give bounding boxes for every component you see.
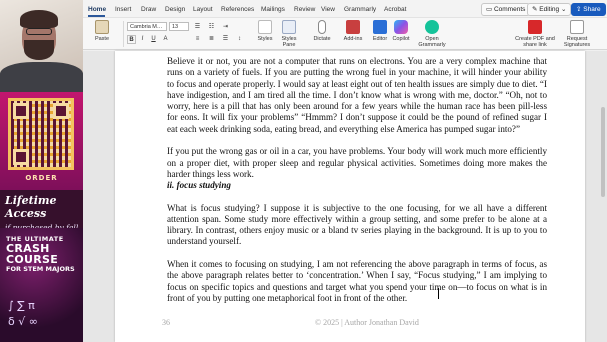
document-body[interactable]: Believe it or not, you are not a compute… <box>167 56 547 316</box>
paragraph[interactable]: When it comes to focusing on studying, I… <box>167 259 547 304</box>
styles-icon <box>258 20 272 34</box>
ribbon-toolbar: Paste Cambria M… 13 B I U A ☰ ☷ ⇥ ≡ ≣ ☰ … <box>83 17 607 50</box>
tab-grammarly[interactable]: Grammarly <box>344 6 376 13</box>
document-canvas: Believe it or not, you are not a compute… <box>83 51 607 342</box>
math-symbols-decoration: ∫ ∑ πδ √ ∞ <box>8 299 38 328</box>
paragraph[interactable]: If you put the wrong gas or oil in a car… <box>167 146 547 180</box>
share-button[interactable]: ⇪ Share <box>571 3 606 16</box>
course-ad-line: FOR STEM MAJORS <box>6 264 75 273</box>
create-pdf-button[interactable]: Create PDF and share link <box>515 20 555 48</box>
qr-corner-marker <box>13 149 29 165</box>
styles-pane-label: Styles Pane <box>281 36 297 48</box>
addins-label: Add-ins <box>343 36 363 42</box>
tab-insert[interactable]: Insert <box>115 6 131 13</box>
ribbon-divider <box>123 21 124 47</box>
pdf-icon <box>528 20 542 34</box>
dictate-button[interactable]: Dictate <box>309 20 335 42</box>
bold-button[interactable]: B <box>127 35 136 44</box>
word-window: Home Insert Draw Design Layout Reference… <box>83 0 607 342</box>
copilot-label: Copilot <box>392 36 410 42</box>
course-advert: THE ULTIMATE CRASH COURSE FOR STEM MAJOR… <box>0 228 83 342</box>
clipboard-icon <box>95 20 109 34</box>
qr-corner-marker <box>13 103 29 119</box>
course-ad-line: CRASH COURSE <box>6 241 59 267</box>
copilot-button[interactable]: Copilot <box>390 20 412 42</box>
page-footer: © 2025 | Author Jonathan David <box>315 318 419 327</box>
lifetime-access-banner: Lifetime Access if purchased by fall <box>0 190 83 232</box>
font-name-select[interactable]: Cambria M… <box>127 22 167 31</box>
styles-pane-icon <box>282 20 296 34</box>
tab-acrobat[interactable]: Acrobat <box>384 6 406 13</box>
addins-button[interactable]: Add-ins <box>340 20 366 42</box>
styles-pane-button[interactable]: Styles Pane <box>278 20 300 48</box>
comments-button[interactable]: ▭ Comments <box>481 3 531 16</box>
editor-label: Editor <box>372 36 388 42</box>
styles-label: Styles <box>257 36 273 42</box>
page-number: 36 <box>162 318 170 327</box>
paste-button[interactable]: Paste <box>88 20 116 42</box>
numbering-button[interactable]: ☷ <box>207 23 216 32</box>
dictate-label: Dictate <box>313 36 331 42</box>
text-cursor <box>438 288 439 299</box>
qr-code-icon[interactable] <box>8 98 74 170</box>
qr-corner-marker <box>53 103 69 119</box>
create-pdf-label: Create PDF and share link <box>515 36 555 48</box>
editing-mode-button[interactable]: ✎ Editing ⌄ <box>527 3 572 16</box>
request-signatures-button[interactable]: Request Signatures <box>557 20 597 48</box>
editor-button[interactable]: Editor <box>370 20 390 42</box>
editing-label: Editing <box>539 6 560 13</box>
share-label: Share <box>583 6 601 13</box>
addins-icon <box>346 20 360 34</box>
tab-mailings[interactable]: Mailings <box>261 6 285 13</box>
stream-overlay-panel: ORDER Lifetime Access if purchased by fa… <box>0 0 83 342</box>
align-left-button[interactable]: ≡ <box>193 35 202 44</box>
font-size-select[interactable]: 13 <box>169 22 189 31</box>
chevron-down-icon: ⌄ <box>559 6 567 13</box>
microphone-icon <box>318 20 326 34</box>
bullets-button[interactable]: ☰ <box>193 23 202 32</box>
editor-icon <box>373 20 387 34</box>
tab-review[interactable]: Review <box>294 6 315 13</box>
font-color-button[interactable]: A <box>161 35 170 44</box>
qr-order-frame: ORDER <box>0 92 83 190</box>
paste-label: Paste <box>94 36 110 42</box>
tab-layout[interactable]: Layout <box>193 6 213 13</box>
italic-button[interactable]: I <box>138 35 147 44</box>
grammarly-icon <box>425 20 439 34</box>
screen: ORDER Lifetime Access if purchased by fa… <box>0 0 607 342</box>
tab-view[interactable]: View <box>321 6 335 13</box>
ribbon-tab-bar: Home Insert Draw Design Layout Reference… <box>83 0 607 17</box>
webcam-person-glasses <box>26 28 52 35</box>
align-center-button[interactable]: ≣ <box>207 35 216 44</box>
document-page[interactable]: Believe it or not, you are not a compute… <box>115 51 585 342</box>
webcam-person-beard <box>24 40 54 60</box>
webcam-person-hair <box>20 10 58 28</box>
tab-references[interactable]: References <box>221 6 254 13</box>
lifetime-title: Lifetime Access <box>5 194 57 220</box>
signature-icon <box>570 20 584 34</box>
paragraph[interactable]: Believe it or not, you are not a compute… <box>167 56 547 135</box>
indent-button[interactable]: ⇥ <box>221 23 230 32</box>
tab-draw[interactable]: Draw <box>141 6 156 13</box>
webcam-person-shirt <box>0 62 83 92</box>
qr-order-label: ORDER <box>25 174 58 182</box>
tab-design[interactable]: Design <box>165 6 185 13</box>
justify-button[interactable]: ☰ <box>221 35 230 44</box>
line-spacing-button[interactable]: ↕ <box>235 35 244 44</box>
comment-icon: ▭ <box>486 6 494 13</box>
paragraph[interactable]: What is focus studying? I suppose it is … <box>167 203 547 248</box>
open-grammarly-label: Open Grammarly <box>418 36 446 48</box>
underline-button[interactable]: U <box>149 35 158 44</box>
open-grammarly-button[interactable]: Open Grammarly <box>416 20 448 48</box>
section-heading[interactable]: ii. focus studying <box>167 180 547 191</box>
comments-label: Comments <box>493 6 526 13</box>
request-signatures-label: Request Signatures <box>563 36 591 48</box>
vertical-scrollbar[interactable] <box>601 107 605 197</box>
webcam-feed <box>0 0 83 92</box>
copilot-icon <box>394 20 408 34</box>
styles-button[interactable]: Styles <box>253 20 277 42</box>
tab-home[interactable]: Home <box>88 6 106 13</box>
